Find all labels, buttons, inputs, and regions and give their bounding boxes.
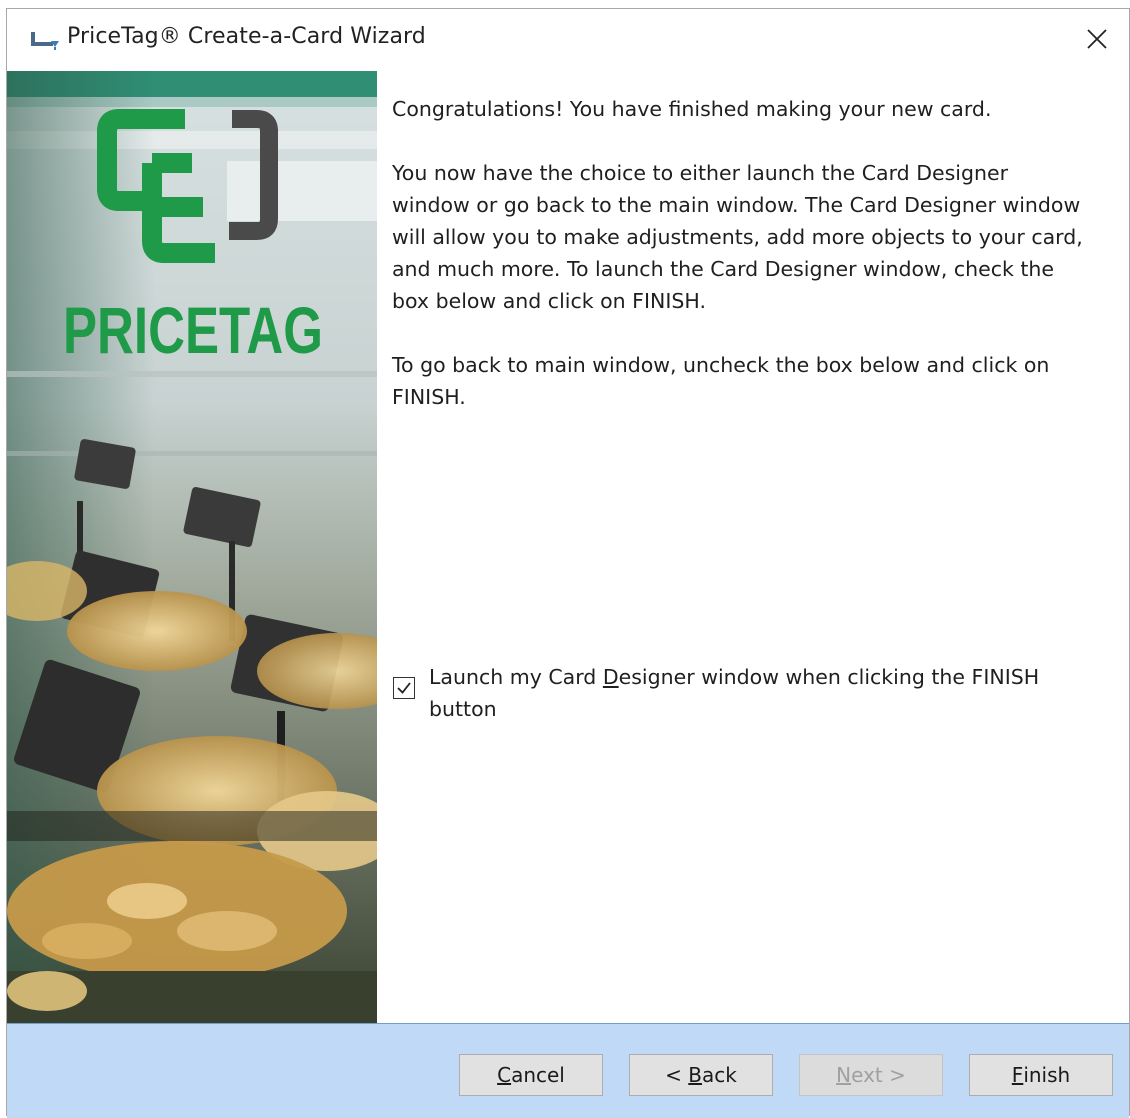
launch-designer-label[interactable]: Launch my Card Designer window when clic…	[429, 661, 1079, 725]
button-mnemonic: B	[688, 1063, 702, 1087]
label-part: Launch my Card	[429, 665, 603, 689]
instructions-text: You now have the choice to either launch…	[392, 161, 1083, 313]
wizard-window: PriceTag® Create-a-Card Wizard PRICETAG …	[6, 8, 1130, 1118]
store-photo-illustration: PRICETAG	[7, 71, 377, 1023]
title-bar: PriceTag® Create-a-Card Wizard	[7, 9, 1129, 71]
close-icon	[1087, 29, 1107, 49]
finish-button[interactable]: Finish	[969, 1054, 1113, 1096]
close-button[interactable]	[1065, 9, 1129, 69]
congratulations-text: Congratulations! You have finished makin…	[392, 97, 992, 121]
wizard-content: Congratulations! You have finished makin…	[392, 93, 1092, 445]
cancel-button[interactable]: Cancel	[459, 1054, 603, 1096]
button-label: inish	[1023, 1063, 1071, 1087]
button-label: ack	[702, 1063, 737, 1087]
launch-designer-option[interactable]: Launch my Card Designer window when clic…	[393, 661, 1093, 725]
button-mnemonic: C	[497, 1063, 512, 1087]
wizard-footer: Cancel < Back Next > Finish	[7, 1023, 1129, 1118]
button-label: ancel	[511, 1063, 565, 1087]
launch-designer-checkbox[interactable]	[393, 677, 415, 699]
button-mnemonic: F	[1011, 1063, 1024, 1087]
label-mnemonic: D	[602, 665, 619, 689]
wizard-side-image: PRICETAG	[7, 71, 377, 1023]
button-label: ext >	[851, 1063, 906, 1087]
window-title: PriceTag® Create-a-Card Wizard	[67, 24, 426, 49]
button-mnemonic: N	[836, 1063, 852, 1087]
button-label: <	[665, 1063, 689, 1087]
pricetag-app-icon	[31, 32, 59, 50]
go-back-text: To go back to main window, uncheck the b…	[392, 353, 1050, 409]
logo-text: PRICETAG	[63, 293, 323, 367]
back-button[interactable]: < Back	[629, 1054, 773, 1096]
checkmark-icon	[397, 682, 411, 694]
next-button[interactable]: Next >	[799, 1054, 943, 1096]
